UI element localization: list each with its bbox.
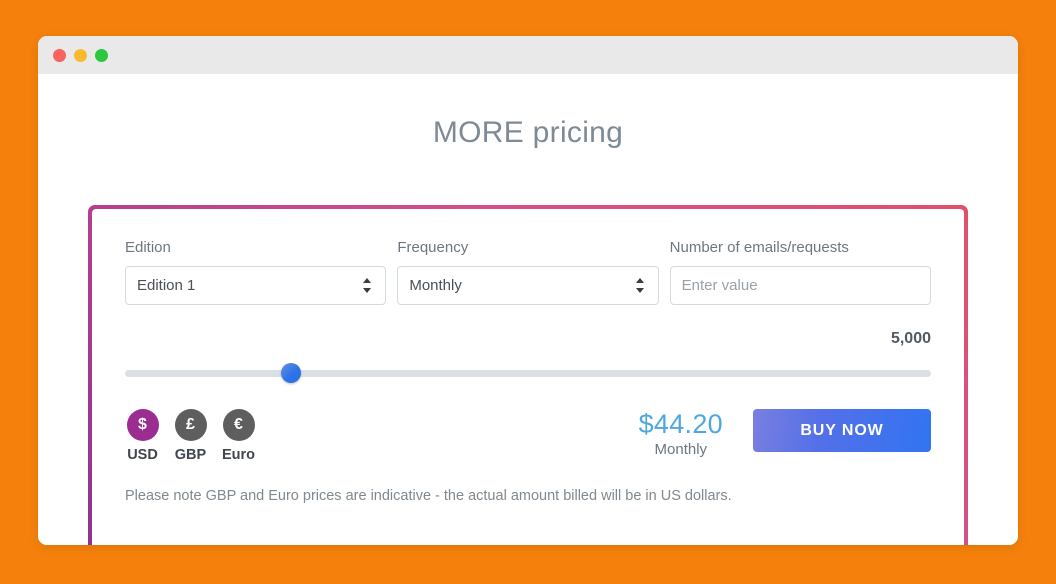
- pricing-card: Edition Edition 1 Frequency Monthly Numb…: [92, 209, 964, 545]
- currency-disclaimer-note: Please note GBP and Euro prices are indi…: [125, 488, 732, 504]
- updown-chevron-icon: [363, 277, 372, 294]
- currency-option-euro[interactable]: € Euro: [221, 409, 256, 463]
- quantity-field-group: Number of emails/requests Enter value: [669, 239, 931, 305]
- dollar-icon: $: [126, 409, 159, 441]
- currency-label-euro: Euro: [221, 447, 256, 463]
- edition-select-value: Edition 1: [137, 277, 196, 294]
- slider-thumb[interactable]: [281, 363, 302, 383]
- pound-icon: £: [174, 409, 207, 441]
- currency-label-usd: USD: [127, 447, 158, 463]
- quantity-input[interactable]: Enter value: [669, 266, 931, 305]
- currency-label-gbp: GBP: [174, 447, 207, 463]
- frequency-select-value: Monthly: [409, 277, 462, 294]
- slider-track[interactable]: [125, 370, 931, 377]
- edition-select[interactable]: Edition 1: [125, 266, 387, 305]
- minimize-window-button[interactable]: [74, 48, 87, 62]
- edition-label: Edition: [125, 239, 171, 256]
- price-display: $44.20 Monthly: [638, 409, 753, 459]
- quantity-input-placeholder: Enter value: [681, 277, 758, 294]
- browser-window: MORE pricing Edition Edition 1 Frequency: [38, 36, 1018, 545]
- price-amount: $44.20: [638, 409, 723, 439]
- window-titlebar: [38, 36, 1018, 74]
- currency-selector: $ USD £ GBP € Euro: [125, 409, 256, 463]
- configuration-form: Edition Edition 1 Frequency Monthly Numb…: [125, 239, 931, 305]
- frequency-field-group: Frequency Monthly: [397, 239, 659, 305]
- purchase-row: $ USD £ GBP € Euro $44.20 Monthly BUY NO…: [125, 409, 931, 463]
- euro-icon: €: [222, 409, 255, 441]
- price-period: Monthly: [654, 441, 708, 459]
- currency-option-usd[interactable]: $ USD: [125, 409, 160, 463]
- edition-field-group: Edition Edition 1: [125, 239, 387, 305]
- slider-value-label: 5,000: [890, 330, 931, 347]
- page-content: MORE pricing Edition Edition 1 Frequency: [38, 74, 1018, 545]
- frequency-select[interactable]: Monthly: [397, 266, 659, 305]
- quantity-label: Number of emails/requests: [669, 239, 849, 256]
- updown-chevron-icon: [635, 277, 645, 294]
- buy-now-button[interactable]: BUY NOW: [753, 409, 931, 452]
- pricing-card-border: Edition Edition 1 Frequency Monthly Numb…: [88, 205, 968, 545]
- frequency-label: Frequency: [397, 239, 469, 256]
- quantity-slider[interactable]: [125, 363, 931, 383]
- maximize-window-button[interactable]: [95, 48, 108, 62]
- currency-option-gbp[interactable]: £ GBP: [173, 409, 208, 463]
- page-title: MORE pricing: [432, 116, 624, 149]
- close-window-button[interactable]: [53, 48, 66, 62]
